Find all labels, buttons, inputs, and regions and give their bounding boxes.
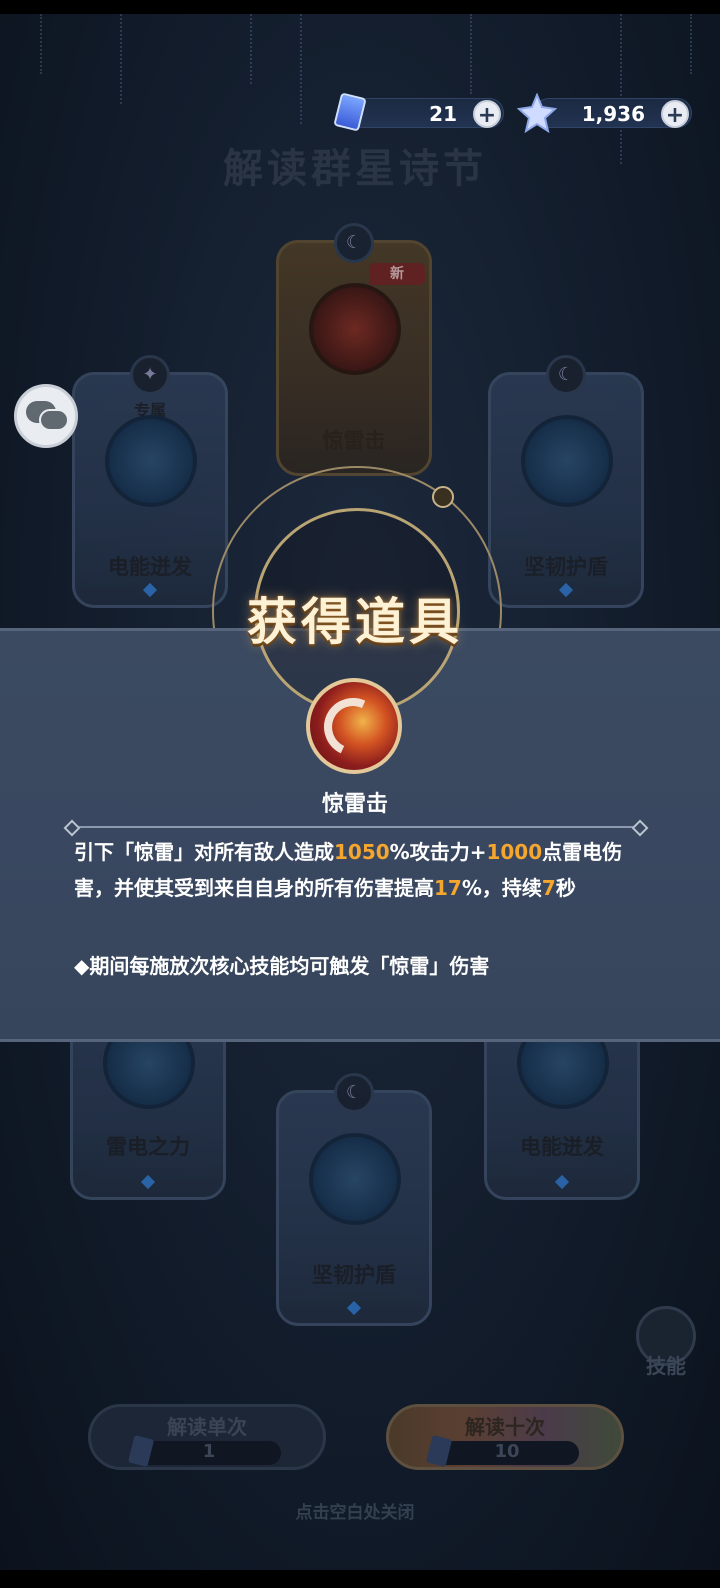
gem-decor	[432, 486, 454, 508]
shield-icon	[521, 415, 613, 507]
desc-value: 1000	[486, 840, 543, 864]
read-once-button[interactable]: 解读单次 1	[88, 1404, 326, 1470]
card-label: 电能迸发	[520, 1135, 604, 1159]
chain-decor	[250, 14, 252, 84]
thunder-strike-item-icon	[306, 678, 402, 774]
star-counter: 1,936 +	[517, 93, 692, 133]
skill-button-label: 技能	[646, 1354, 686, 1378]
card-top-center[interactable]: ☾ 新 惊雷击	[276, 223, 432, 476]
electric-burst-icon	[105, 415, 197, 507]
read-ten-button[interactable]: 解读十次 10	[386, 1404, 624, 1470]
read-ten-label: 解读十次	[465, 1415, 545, 1439]
chain-decor	[690, 14, 692, 74]
new-badge: 新	[369, 263, 425, 285]
diamond-pip	[346, 1300, 362, 1316]
thunder-strike-icon	[309, 283, 401, 375]
ticket-counter: 21 +	[333, 92, 504, 132]
star-crystal-icon	[517, 93, 557, 133]
chat-bubble-icon	[39, 409, 69, 431]
card-label: 坚韧护盾	[312, 1263, 396, 1287]
shield-icon	[309, 1133, 401, 1225]
card-label: 雷电之力	[106, 1135, 190, 1159]
desc-value: 1050	[334, 840, 390, 864]
desc-text: 引下「惊雷」对所有敌人造成	[74, 840, 334, 864]
card-right[interactable]: ☾ 坚韧护盾	[488, 355, 644, 608]
read-ten-cost: 10	[425, 1434, 579, 1468]
divider	[72, 826, 640, 828]
card-label: 惊雷击	[322, 429, 386, 453]
desc-text: %，持续	[461, 876, 542, 900]
desc-value: 17	[434, 876, 462, 900]
star-medal-icon: ✦	[130, 355, 170, 395]
diamond-pip	[140, 1174, 156, 1190]
modal-title: 获得道具	[247, 593, 463, 651]
read-once-cost-value: 1	[202, 1441, 216, 1462]
diamond-pip	[554, 1174, 570, 1190]
ticket-count: 21	[429, 102, 457, 126]
read-ten-cost-value: 10	[494, 1441, 520, 1462]
star-count: 1,936	[581, 102, 645, 126]
game-screen[interactable]: 21 + 1,936 + 解读群星诗节 ☾ 新 惊雷击 ✦ 专属 电能迸发 ☾ …	[0, 0, 720, 1588]
add-stars-button[interactable]: +	[661, 100, 689, 128]
chain-decor	[470, 14, 472, 94]
chat-button[interactable]	[14, 384, 78, 448]
page-title: 解读群星诗节	[223, 146, 487, 192]
chain-decor	[120, 14, 122, 104]
add-tickets-button[interactable]: +	[473, 100, 501, 128]
read-once-cost: 1	[127, 1434, 281, 1468]
top-status-strip	[0, 0, 720, 14]
card-label: 坚韧护盾	[524, 555, 608, 579]
card-left[interactable]: ✦ 专属 电能迸发	[72, 355, 228, 608]
item-description: 引下「惊雷」对所有敌人造成1050%攻击力+1000点雷电伤害，并使其受到来自自…	[74, 834, 644, 906]
read-once-label: 解读单次	[167, 1415, 247, 1439]
desc-value: 7	[541, 876, 556, 900]
card-bottom-center[interactable]: ☾ 坚韧护盾	[276, 1073, 432, 1326]
swirl-decor	[315, 689, 391, 765]
moon-medal-icon: ☾	[334, 1073, 374, 1113]
chain-decor	[40, 14, 42, 74]
desc-text: 秒	[555, 876, 576, 900]
close-hint[interactable]: 点击空白处关闭	[0, 1498, 710, 1523]
chain-decor	[300, 14, 302, 124]
item-name: 惊雷击	[321, 792, 388, 817]
bottom-nav-strip	[0, 1570, 720, 1588]
moon-medal-icon: ☾	[546, 355, 586, 395]
card-label: 电能迸发	[108, 555, 192, 579]
desc-text: %攻击力+	[389, 840, 487, 864]
moon-medal-icon: ☾	[334, 223, 374, 263]
item-note: ◆期间每施放次核心技能均可触发「惊雷」伤害	[74, 954, 490, 978]
ticket-icon	[333, 92, 367, 132]
